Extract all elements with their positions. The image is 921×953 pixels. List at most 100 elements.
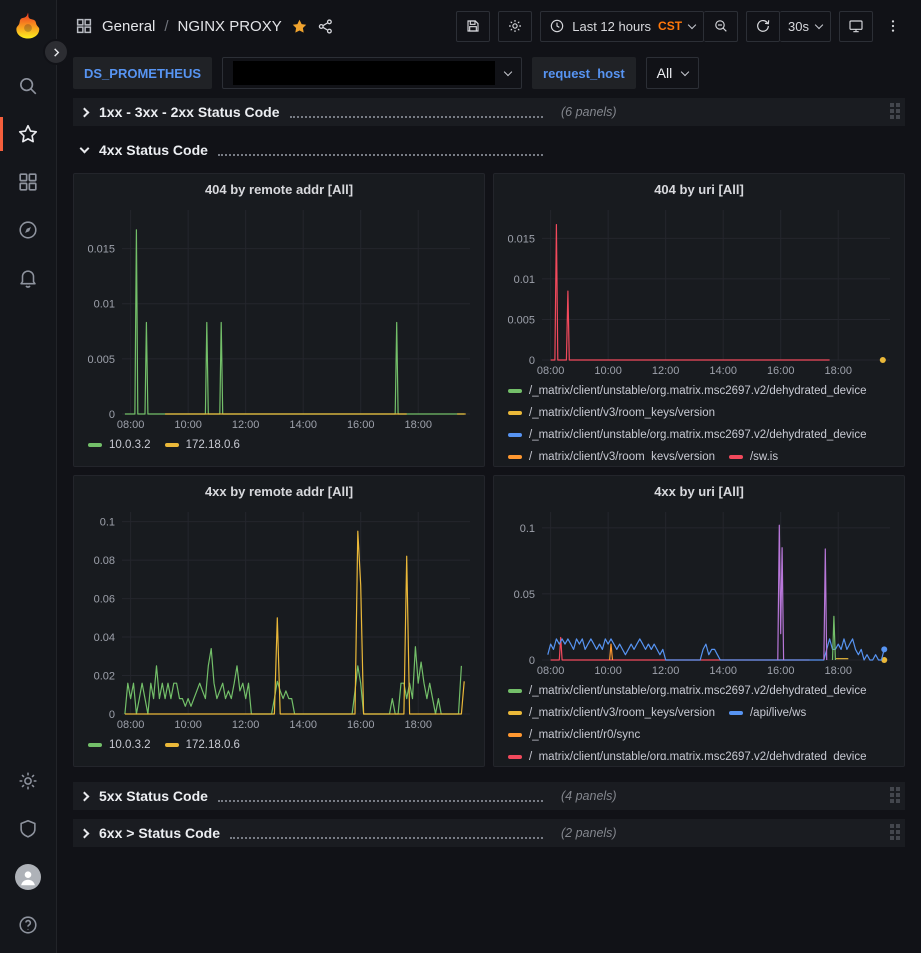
svg-text:12:00: 12:00 [652,365,680,377]
panel-title[interactable]: 404 by uri [All] [502,180,896,202]
more-options-button[interactable] [881,11,905,42]
dashboard-settings-button[interactable] [498,11,532,42]
sidebar-expand-button[interactable] [43,39,69,65]
legend-item[interactable]: 10.0.3.2 [88,734,151,756]
legend-item[interactable]: /_matrix/client/v3/room_keys/version [508,446,715,460]
request-host-variable-dropdown[interactable]: All [646,57,700,89]
chart-legend: 10.0.3.2 172.18.0.6 [82,732,476,760]
chart-4xx-by-remote-addr[interactable]: 08:0010:0012:0014:0016:0018:0000.020.040… [82,504,478,732]
legend-label: /_matrix/client/unstable/org.matrix.msc2… [529,680,867,702]
chart-404-by-uri[interactable]: 08:0010:0012:0014:0016:0018:0000.0050.01… [502,202,898,378]
legend-item[interactable]: /_matrix/client/unstable/org.matrix.msc2… [508,424,867,446]
refresh-button[interactable] [746,11,780,42]
cycle-view-mode-button[interactable] [839,11,873,42]
row-5xx[interactable]: 5xx Status Code (4 panels) [73,782,905,810]
legend-item[interactable]: /_matrix/client/unstable/org.matrix.msc2… [508,746,867,760]
svg-text:16:00: 16:00 [767,365,795,377]
dashboards-grid-icon[interactable] [75,17,93,35]
svg-text:08:00: 08:00 [117,719,145,731]
request-host-value: All [657,65,673,81]
legend-label: /_matrix/client/unstable/org.matrix.msc2… [529,380,867,402]
svg-text:08:00: 08:00 [537,365,565,377]
row-6xx[interactable]: 6xx > Status Code (2 panels) [73,819,905,847]
sidebar-item-server-admin[interactable] [0,805,57,853]
legend-item[interactable]: /_matrix/client/unstable/org.matrix.msc2… [508,680,867,702]
sidebar-item-configuration[interactable] [0,757,57,805]
chevron-down-icon [681,67,689,75]
legend-item[interactable]: /api/live/ws [729,702,806,724]
time-range-label: Last 12 hours [572,19,651,34]
zoom-out-icon [713,18,729,34]
clock-icon [549,18,565,34]
chart-4xx-by-uri[interactable]: 08:0010:0012:0014:0016:0018:0000.050.1 [502,504,898,678]
svg-text:08:00: 08:00 [117,419,145,431]
svg-text:0.08: 0.08 [94,555,115,567]
sidebar-item-profile[interactable] [0,853,57,901]
apps-grid-icon [17,171,39,193]
svg-text:0.005: 0.005 [87,354,115,366]
legend-label: /sw.js [750,446,778,460]
legend-item[interactable]: 10.0.3.2 [88,434,151,456]
row-1xx-3xx-2xx[interactable]: 1xx - 3xx - 2xx Status Code (6 panels) [73,98,905,126]
legend-swatch-icon [729,711,743,715]
legend-item[interactable]: /sw.js [729,446,778,460]
legend-item[interactable]: /_matrix/client/r0/sync [508,724,640,746]
svg-text:10:00: 10:00 [594,665,622,677]
datasource-value-redacted [233,61,495,85]
row-drag-handle[interactable] [890,787,900,803]
legend-item[interactable]: /_matrix/client/v3/room_keys/version [508,702,715,724]
sidebar-item-search[interactable] [0,62,57,110]
row-panel-count: (4 panels) [561,789,617,803]
request-host-variable-label[interactable]: request_host [532,57,636,89]
legend-item[interactable]: 172.18.0.6 [165,434,240,456]
datasource-variable-label[interactable]: DS_PROMETHEUS [73,57,212,89]
search-icon [17,75,39,97]
sidebar-item-explore[interactable] [0,206,57,254]
breadcrumb-section[interactable]: General [102,18,155,35]
toolbar: Last 12 hours CST 30s [456,11,905,42]
kebab-icon [885,18,901,34]
panel-title[interactable]: 4xx by uri [All] [502,482,896,504]
favorite-star-icon[interactable] [291,18,308,35]
time-range-picker[interactable]: Last 12 hours CST [540,11,704,42]
legend-label: 10.0.3.2 [109,734,151,756]
share-icon[interactable] [317,18,334,35]
row-title[interactable]: 6xx > Status Code [99,825,220,841]
legend-label: 10.0.3.2 [109,434,151,456]
chart-404-by-remote-addr[interactable]: 08:0010:0012:0014:0016:0018:0000.0050.01… [82,202,478,432]
zoom-out-button[interactable] [704,11,738,42]
row-4xx[interactable]: 4xx Status Code [73,136,905,164]
row-drag-handle[interactable] [890,824,900,840]
legend-swatch-icon [508,433,522,437]
svg-text:12:00: 12:00 [232,419,260,431]
legend-item[interactable]: /_matrix/client/unstable/org.matrix.msc2… [508,380,867,402]
row-title[interactable]: 4xx Status Code [99,142,208,158]
panel-title[interactable]: 404 by remote addr [All] [82,180,476,202]
star-icon [17,123,39,145]
dashboard-body: 1xx - 3xx - 2xx Status Code (6 panels) 4… [57,94,921,953]
legend-item[interactable]: /_matrix/client/v3/room_keys/version [508,402,715,424]
panel-title[interactable]: 4xx by remote addr [All] [82,482,476,504]
legend-label: /_matrix/client/r0/sync [529,724,640,746]
avatar [15,864,41,890]
datasource-variable-dropdown[interactable] [222,57,522,89]
refresh-group: 30s [746,11,831,42]
refresh-interval-picker[interactable]: 30s [780,11,831,42]
legend-swatch-icon [508,389,522,393]
sidebar-item-dashboards[interactable] [0,158,57,206]
svg-text:14:00: 14:00 [289,419,317,431]
svg-text:18:00: 18:00 [824,365,852,377]
page-title: NGINX PROXY [178,18,282,35]
row-title[interactable]: 1xx - 3xx - 2xx Status Code [99,104,280,120]
save-button[interactable] [456,11,490,42]
sidebar-item-starred[interactable] [0,110,57,158]
row-title[interactable]: 5xx Status Code [99,788,208,804]
row-drag-handle[interactable] [890,103,900,119]
svg-text:0.05: 0.05 [514,589,535,601]
svg-text:16:00: 16:00 [347,419,375,431]
legend-swatch-icon [508,411,522,415]
sidebar-item-help[interactable] [0,901,57,949]
monitor-icon [848,18,864,34]
sidebar-item-alerting[interactable] [0,254,57,302]
legend-item[interactable]: 172.18.0.6 [165,734,240,756]
